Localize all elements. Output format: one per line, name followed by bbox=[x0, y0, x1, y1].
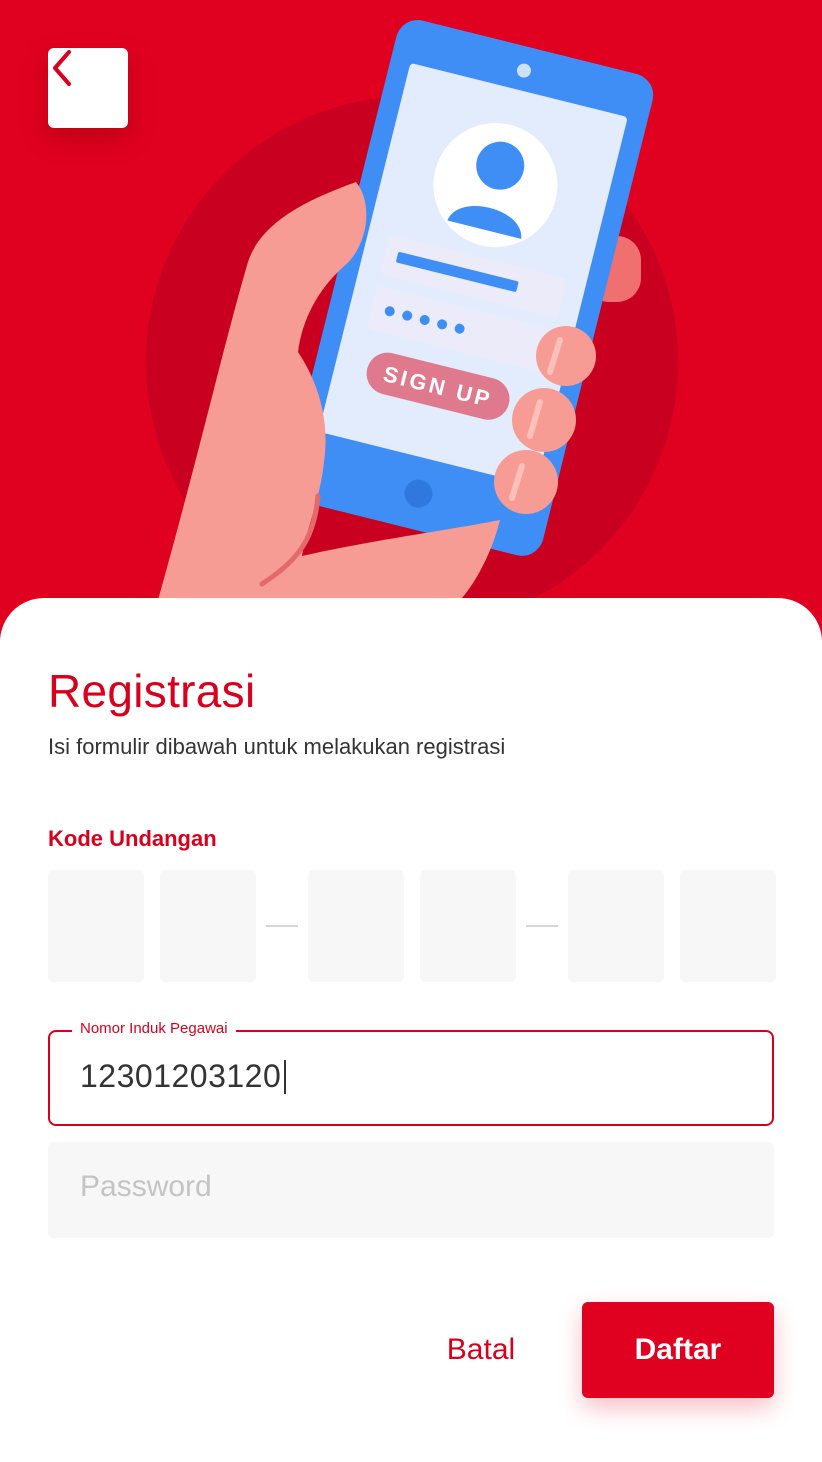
invite-code-separator bbox=[266, 925, 298, 927]
chevron-left-icon bbox=[53, 50, 71, 86]
register-button[interactable]: Daftar bbox=[582, 1302, 774, 1398]
employee-id-label: Nomor Induk Pegawai bbox=[72, 1020, 236, 1037]
invite-code-digit-3[interactable] bbox=[308, 870, 404, 982]
text-cursor bbox=[284, 1060, 286, 1094]
invite-code-digit-4[interactable] bbox=[420, 870, 516, 982]
invite-code-digit-2[interactable] bbox=[160, 870, 256, 982]
invite-code-digit-5[interactable] bbox=[568, 870, 664, 982]
invite-code-digit-1[interactable] bbox=[48, 870, 144, 982]
page-subtitle: Isi formulir dibawah untuk melakukan reg… bbox=[48, 734, 506, 759]
invite-code-separator bbox=[526, 925, 558, 927]
page-title: Registrasi bbox=[48, 665, 256, 717]
invite-code-label: Kode Undangan bbox=[48, 826, 217, 851]
password-placeholder: Password bbox=[80, 1170, 212, 1203]
header-illustration: SIGN UP bbox=[0, 0, 822, 640]
cancel-button[interactable]: Batal bbox=[420, 1302, 542, 1398]
employee-id-value[interactable]: 12301203120 bbox=[80, 1058, 281, 1095]
back-button[interactable] bbox=[48, 48, 128, 128]
invite-code-digit-6[interactable] bbox=[680, 870, 776, 982]
